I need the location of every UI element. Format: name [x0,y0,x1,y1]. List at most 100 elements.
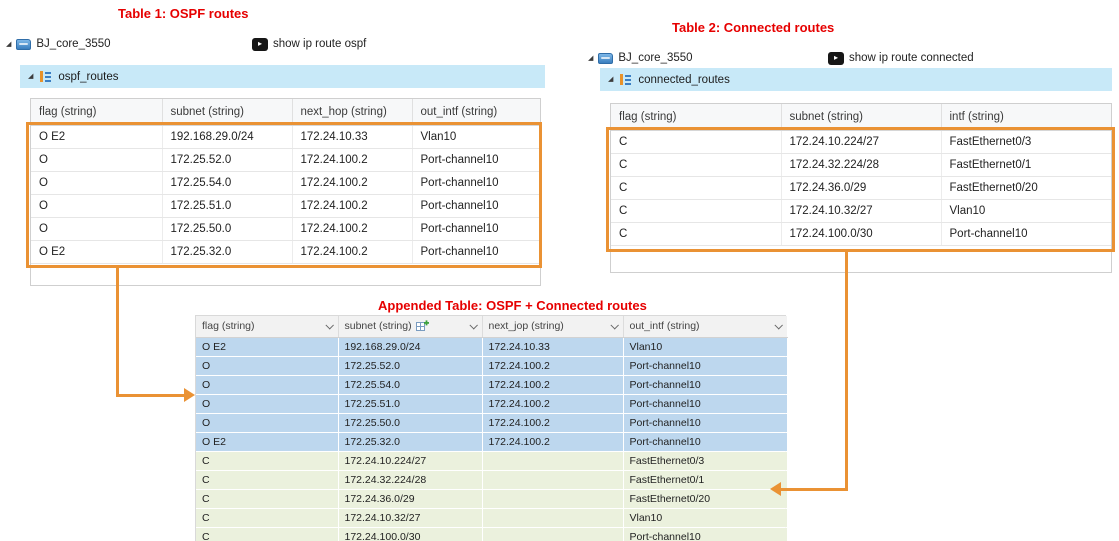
table-cell: Port-channel10 [412,217,541,240]
table-row[interactable]: O E2172.25.32.0172.24.100.2Port-channel1… [31,240,541,263]
table-cell: 172.24.100.0/30 [338,527,482,541]
column-header-next-hop: next_hop (string) [292,99,412,125]
table2-device-row[interactable]: ◢ BJ_core_3550 [588,50,693,66]
table-cell: O [196,394,338,413]
table-row[interactable]: O172.25.52.0172.24.100.2Port-channel10 [196,356,787,375]
table-cell: 172.25.52.0 [338,356,482,375]
table-row[interactable]: O E2192.168.29.0/24172.24.10.33Vlan10 [31,125,541,148]
table-cell: Vlan10 [412,125,541,148]
appended-column-header-flag[interactable]: flag (string) [196,316,338,337]
table-cell: O [196,413,338,432]
arrow-connected-horizontal-line [780,488,848,491]
table-row[interactable]: C172.24.32.224/28FastEthernet0/1 [611,153,1112,176]
column-header-out-intf: out_intf (string) [412,99,541,125]
expand-triangle-icon[interactable]: ◢ [588,55,593,62]
table-cell: 172.24.36.0/29 [338,489,482,508]
connected-routes-node-bar[interactable]: ◢ connected_routes [600,68,1112,91]
table-cell: 172.25.32.0 [162,240,292,263]
table-row[interactable]: C172.24.10.224/27FastEthernet0/3 [196,451,787,470]
screenshot-canvas: Table 1: OSPF routes ◢ BJ_core_3550 ▸ sh… [0,0,1119,541]
table-row[interactable]: O172.25.50.0172.24.100.2Port-channel10 [196,413,787,432]
table-cell: 172.24.100.2 [482,432,623,451]
table2-cli-command-row[interactable]: ▸ show ip route connected [828,50,974,66]
table-cell: 172.24.36.0/29 [781,176,941,199]
table-header-row: flag (string) subnet (string) next_hop (… [31,99,541,125]
table-cell: O E2 [196,432,338,451]
column-label: out_intf (string) [630,320,700,332]
node-label: connected_routes [638,74,729,86]
arrow-ospf-vertical-line [116,268,119,396]
table-cell: 172.24.100.2 [292,148,412,171]
table-cell: 192.168.29.0/24 [338,337,482,356]
table-cell: O [31,148,162,171]
table-row[interactable]: C172.24.36.0/29FastEthernet0/20 [611,176,1112,199]
device-icon [16,39,31,50]
expand-triangle-icon[interactable]: ◢ [28,73,33,80]
chevron-down-icon[interactable] [774,321,782,329]
table-row[interactable]: O172.25.51.0172.24.100.2Port-channel10 [31,194,541,217]
table-cell: 172.24.100.2 [482,356,623,375]
ospf-routes-node-bar[interactable]: ◢ ospf_routes [20,65,545,88]
table-row[interactable]: C172.24.10.32/27Vlan10 [196,508,787,527]
table-cell: 172.24.100.2 [482,394,623,413]
appended-column-header-out-intf[interactable]: out_intf (string) [623,316,787,337]
table1-device-row[interactable]: ◢ BJ_core_3550 [6,36,111,52]
cli-command-label: show ip route ospf [273,38,366,50]
table-row[interactable]: O172.25.52.0172.24.100.2Port-channel10 [31,148,541,171]
table-cell: Port-channel10 [941,222,1112,245]
table-cell: Port-channel10 [623,375,787,394]
table-row[interactable]: C172.24.10.32/27Vlan10 [611,199,1112,222]
arrow-ospf-horizontal-line [116,394,184,397]
table-cell: 172.24.100.2 [482,413,623,432]
append-table-icon [416,320,429,332]
table-cell: O [31,217,162,240]
table-row[interactable]: O E2192.168.29.0/24172.24.10.33Vlan10 [196,337,787,356]
table-cell: 172.24.10.33 [292,125,412,148]
table-row[interactable]: O172.25.54.0172.24.100.2Port-channel10 [196,375,787,394]
table-row[interactable]: O172.25.54.0172.24.100.2Port-channel10 [31,171,541,194]
table-row[interactable]: O172.25.50.0172.24.100.2Port-channel10 [31,217,541,240]
table-cell: Port-channel10 [412,171,541,194]
expand-triangle-icon[interactable]: ◢ [608,76,613,83]
table-cell: Port-channel10 [623,356,787,375]
table-node-icon [619,73,632,86]
table-row[interactable]: C172.24.32.224/28FastEthernet0/1 [196,470,787,489]
appended-title: Appended Table: OSPF + Connected routes [378,298,647,313]
table-row[interactable]: C172.24.100.0/30Port-channel10 [196,527,787,541]
appended-column-header-subnet[interactable]: subnet (string) [338,316,482,337]
column-label: subnet (string) [345,320,412,332]
table-cell: 172.24.10.224/27 [338,451,482,470]
table1-cli-command-row[interactable]: ▸ show ip route ospf [252,36,366,52]
expand-triangle-icon[interactable]: ◢ [6,41,11,48]
table-cell: O E2 [31,125,162,148]
table-row[interactable]: O E2172.25.32.0172.24.100.2Port-channel1… [196,432,787,451]
table-cell: 172.24.10.224/27 [781,130,941,153]
table-cell: 172.25.54.0 [162,171,292,194]
device-label: BJ_core_3550 [618,52,692,64]
table-cell: Port-channel10 [623,432,787,451]
table-cell: C [196,470,338,489]
table-cell: Port-channel10 [623,527,787,541]
node-label: ospf_routes [58,71,118,83]
table-row[interactable]: C172.24.10.224/27FastEthernet0/3 [611,130,1112,153]
table-cell: 172.24.32.224/28 [781,153,941,176]
table-cell: FastEthernet0/1 [941,153,1112,176]
table-cell: FastEthernet0/20 [941,176,1112,199]
table-row[interactable]: C172.24.36.0/29FastEthernet0/20 [196,489,787,508]
table-cell: 172.24.100.0/30 [781,222,941,245]
table-cell: 172.24.10.32/27 [781,199,941,222]
table-cell [482,470,623,489]
chevron-down-icon[interactable] [469,321,477,329]
chevron-down-icon[interactable] [325,321,333,329]
table-cell: 172.24.100.2 [482,375,623,394]
table-cell: O [31,194,162,217]
chevron-down-icon[interactable] [610,321,618,329]
table-row[interactable]: O172.25.51.0172.24.100.2Port-channel10 [196,394,787,413]
device-label: BJ_core_3550 [36,38,110,50]
ospf-routes-table: flag (string) subnet (string) next_hop (… [30,98,541,286]
appended-column-header-next-jop[interactable]: next_jop (string) [482,316,623,337]
table-cell: C [611,222,781,245]
table-row[interactable]: C172.24.100.0/30Port-channel10 [611,222,1112,245]
table-cell: FastEthernet0/3 [623,451,787,470]
cli-command-label: show ip route connected [849,52,974,64]
